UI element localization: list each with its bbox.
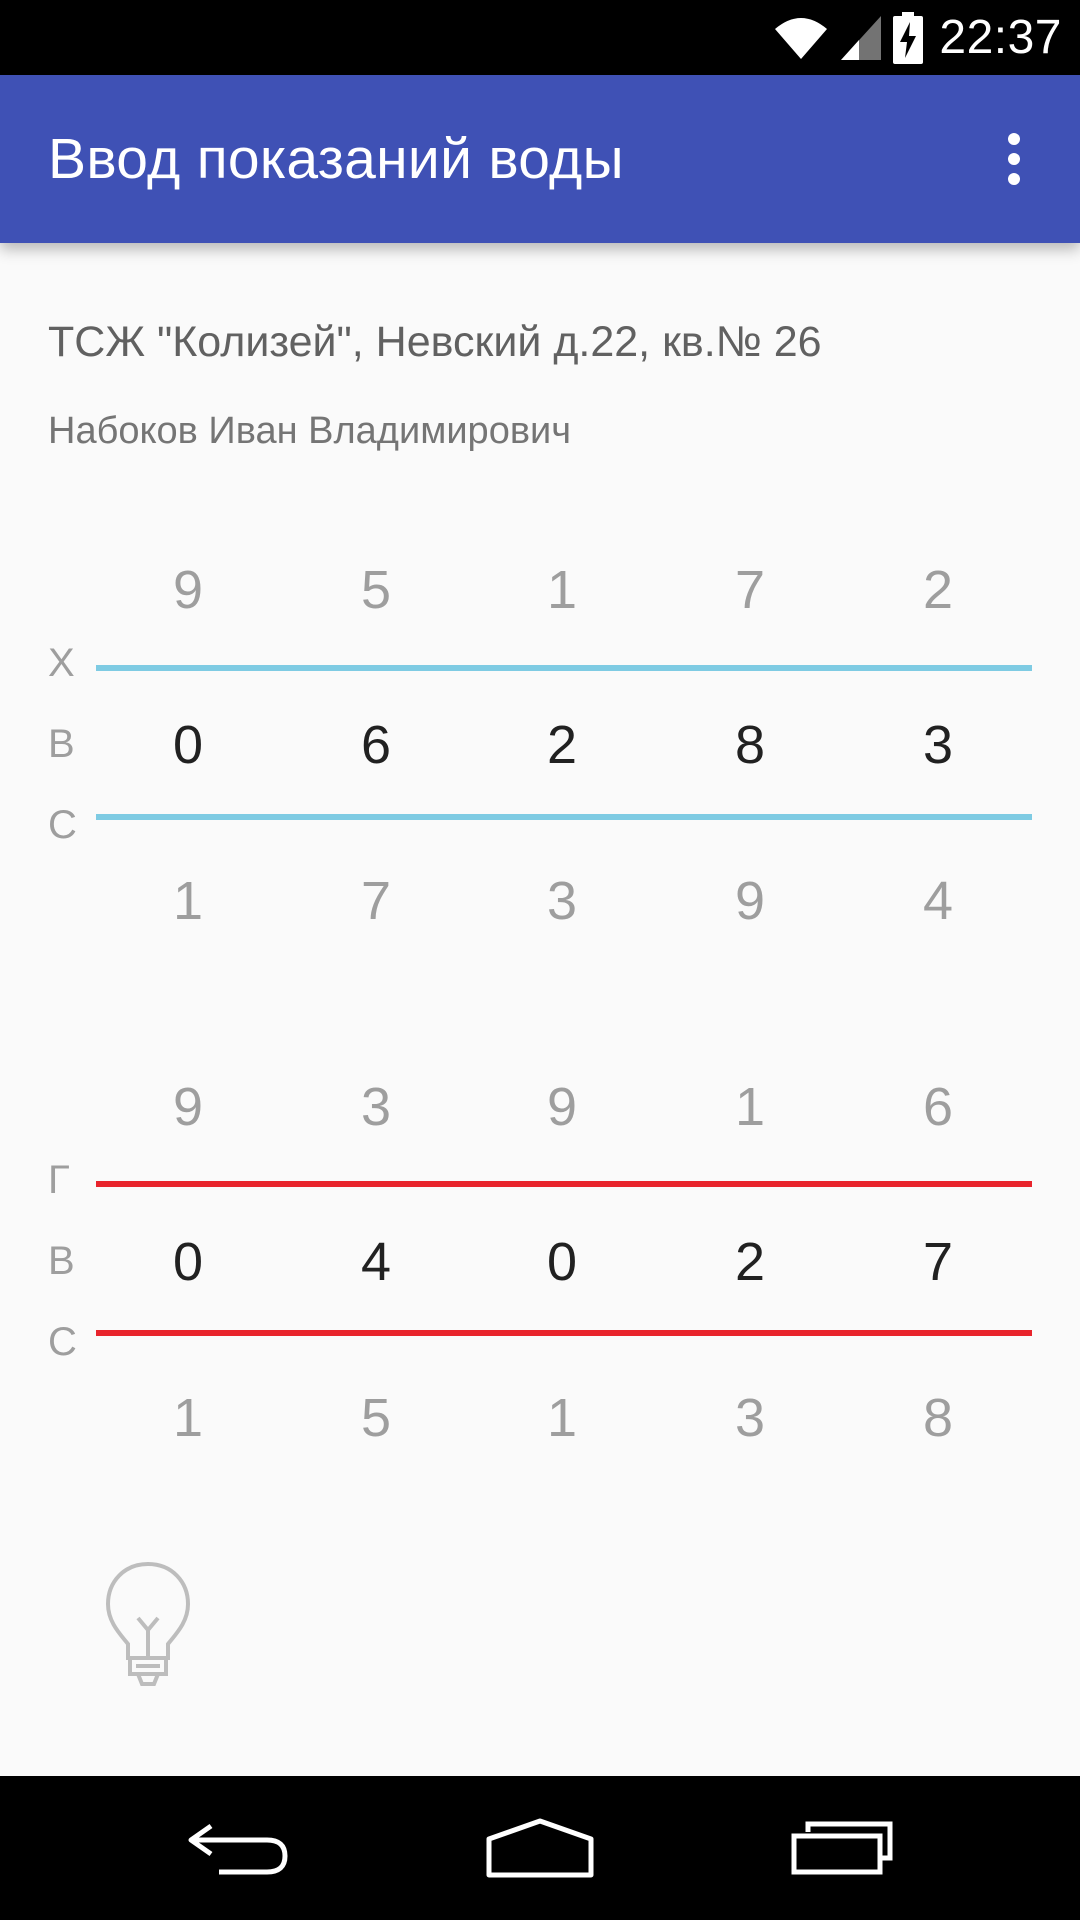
digit-above-2: 3 bbox=[360, 1077, 392, 1137]
digit-picker-2[interactable]: 4 bbox=[316, 1222, 436, 1302]
app-bar: Ввод показаний воды bbox=[0, 75, 1080, 243]
more-vert-icon[interactable] bbox=[974, 119, 1054, 199]
digits-current[interactable]: 0 4 0 2 7 bbox=[0, 1222, 1080, 1302]
digit-above-2: 5 bbox=[360, 560, 392, 620]
digit-below-2: 5 bbox=[360, 1388, 392, 1448]
digits-below: 1 5 1 3 8 bbox=[0, 1378, 1080, 1458]
meter-top-line bbox=[96, 1181, 1032, 1187]
digit-below-3: 3 bbox=[546, 871, 578, 931]
digits-above: 9 5 1 7 2 bbox=[0, 550, 1080, 630]
digit-below-5: 8 bbox=[922, 1388, 954, 1448]
digit-below-3: 1 bbox=[546, 1388, 578, 1448]
digits-current[interactable]: 0 6 2 8 3 bbox=[0, 705, 1080, 785]
digit-above-4: 1 bbox=[734, 1077, 766, 1137]
digit-picker-5[interactable]: 7 bbox=[878, 1222, 998, 1302]
digit-above-3: 1 bbox=[546, 560, 578, 620]
meter-label-letter: Г bbox=[48, 1158, 70, 1202]
digit-above-5: 2 bbox=[922, 560, 954, 620]
digit-below-4: 9 bbox=[734, 871, 766, 931]
digit-picker-3[interactable]: 0 bbox=[502, 1222, 622, 1302]
digit-above-5: 6 bbox=[922, 1077, 954, 1137]
digit-picker-2[interactable]: 6 bbox=[316, 705, 436, 785]
meter-label-letter: Х bbox=[48, 641, 75, 685]
digit-below-2: 7 bbox=[360, 871, 392, 931]
digit-picker-3[interactable]: 2 bbox=[502, 705, 622, 785]
digit-picker-1[interactable]: 0 bbox=[128, 1222, 248, 1302]
navigation-bar bbox=[0, 1776, 1080, 1920]
digit-below-5: 4 bbox=[922, 871, 954, 931]
digit-above-1: 9 bbox=[172, 560, 204, 620]
home-icon[interactable] bbox=[440, 1776, 640, 1920]
meter-label-letter: С bbox=[48, 803, 77, 847]
digit-picker-1[interactable]: 0 bbox=[128, 705, 248, 785]
digit-below-1: 1 bbox=[172, 871, 204, 931]
status-icons: 22:37 bbox=[773, 0, 1062, 75]
status-bar: 22:37 bbox=[0, 0, 1080, 75]
digit-above-4: 7 bbox=[734, 560, 766, 620]
signal-icon bbox=[841, 15, 882, 60]
wifi-icon bbox=[775, 17, 828, 59]
battery-charging-icon bbox=[893, 11, 924, 64]
status-time: 22:37 bbox=[939, 11, 1062, 64]
digit-picker-5[interactable]: 3 bbox=[878, 705, 998, 785]
meter-label-letter: С bbox=[48, 1320, 77, 1364]
meter-top-line bbox=[96, 665, 1032, 671]
back-icon[interactable] bbox=[138, 1776, 338, 1920]
app-title: Ввод показаний воды bbox=[48, 127, 624, 191]
digits-above: 9 3 9 1 6 bbox=[0, 1067, 1080, 1147]
lightbulb-icon[interactable] bbox=[100, 1560, 196, 1690]
digit-below-1: 1 bbox=[172, 1388, 204, 1448]
digit-below-4: 3 bbox=[734, 1388, 766, 1448]
owner-name: Набоков Иван Владимирович bbox=[48, 410, 572, 452]
digit-above-3: 9 bbox=[546, 1077, 578, 1137]
recents-icon[interactable] bbox=[742, 1776, 942, 1920]
digit-picker-4[interactable]: 8 bbox=[690, 705, 810, 785]
address-text: ТСЖ "Колизей", Невский д.22, кв.№ 26 bbox=[48, 318, 822, 366]
digits-below: 1 7 3 9 4 bbox=[0, 861, 1080, 941]
meter-bottom-line bbox=[96, 1330, 1032, 1336]
digit-picker-4[interactable]: 2 bbox=[690, 1222, 810, 1302]
meter-bottom-line bbox=[96, 814, 1032, 820]
digit-above-1: 9 bbox=[172, 1077, 204, 1137]
